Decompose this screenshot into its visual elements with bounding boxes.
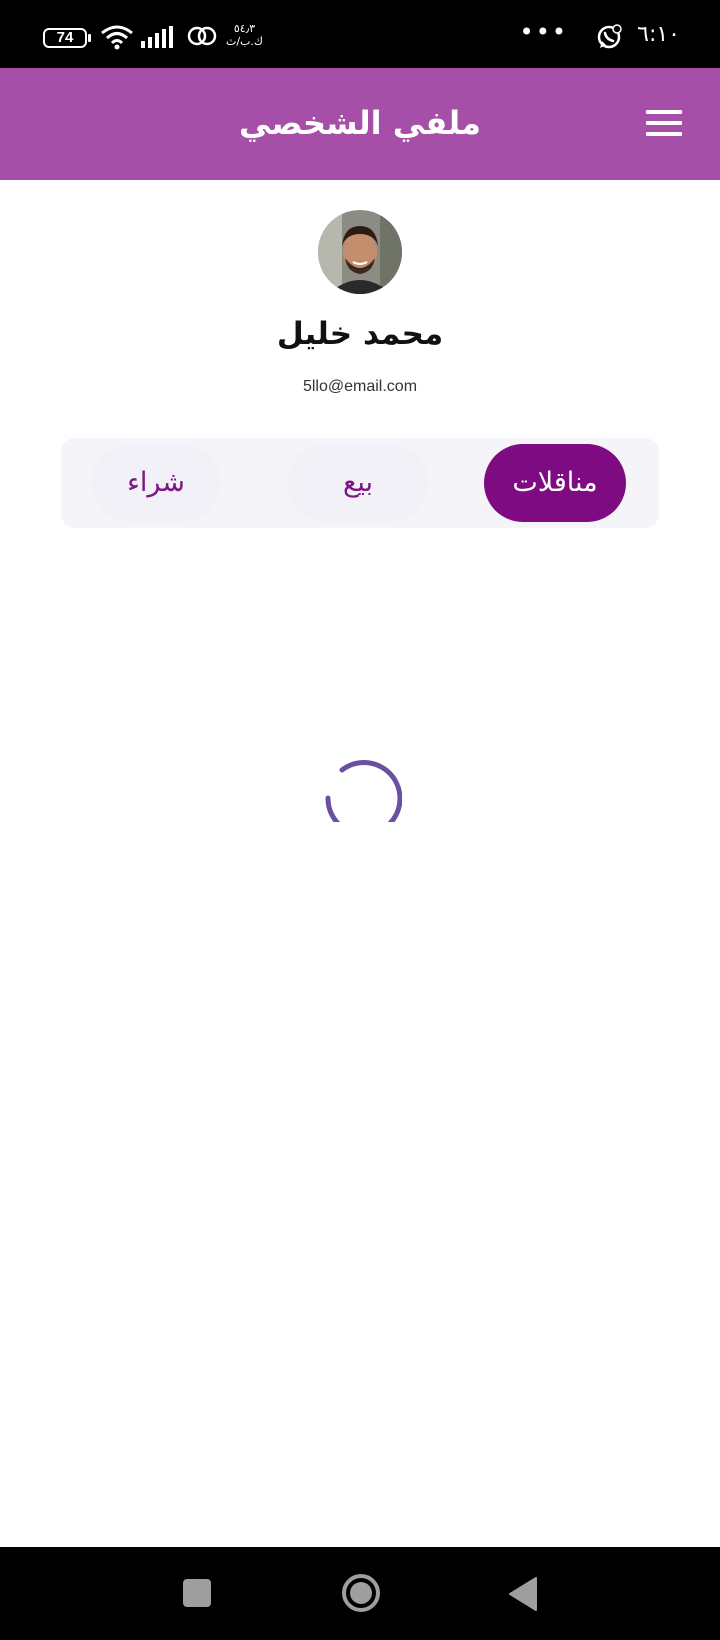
cellular-signal-icon [141, 26, 175, 52]
tab-bids[interactable]: مناقلات [484, 444, 626, 522]
menu-line [646, 121, 682, 125]
page-title: ملفي الشخصي [239, 104, 481, 142]
loading-spinner-icon [320, 740, 403, 837]
square-recents-icon[interactable] [183, 1579, 211, 1607]
data-saver-icon [186, 24, 218, 52]
wifi-icon [100, 24, 134, 54]
battery-level: 74 [56, 29, 74, 46]
network-speed: ٥٤٫٣ ك.ب/ث [226, 22, 263, 48]
menu-button[interactable] [646, 110, 682, 136]
battery-icon: 74 [43, 28, 91, 48]
network-speed-value: ٥٤٫٣ [233, 22, 256, 35]
profile-email: 5llo@email.com [302, 378, 418, 395]
profile-name: محمد خليل [276, 316, 444, 352]
network-speed-unit: ك.ب/ث [226, 35, 263, 48]
app-bar: ملفي الشخصي [0, 68, 720, 180]
triangle-back-icon[interactable] [508, 1576, 538, 1616]
tab-sell[interactable]: بيع [287, 444, 429, 522]
status-time: ٦:١٠ [637, 22, 680, 47]
whatsapp-icon [596, 24, 622, 54]
status-bar: ٦:١٠ ••• 74 ٥٤٫٣ ك.ب/ث [0, 0, 720, 68]
tab-buy[interactable]: شراء [91, 444, 221, 522]
overflow-dots: ••• [519, 18, 568, 46]
avatar [318, 210, 402, 294]
tab-bar: مناقلات بيع شراء [61, 438, 659, 528]
system-nav-bar [0, 1547, 720, 1640]
hamburger-menu-icon [646, 110, 682, 114]
menu-line [646, 132, 682, 136]
circle-home-icon[interactable] [341, 1573, 381, 1617]
